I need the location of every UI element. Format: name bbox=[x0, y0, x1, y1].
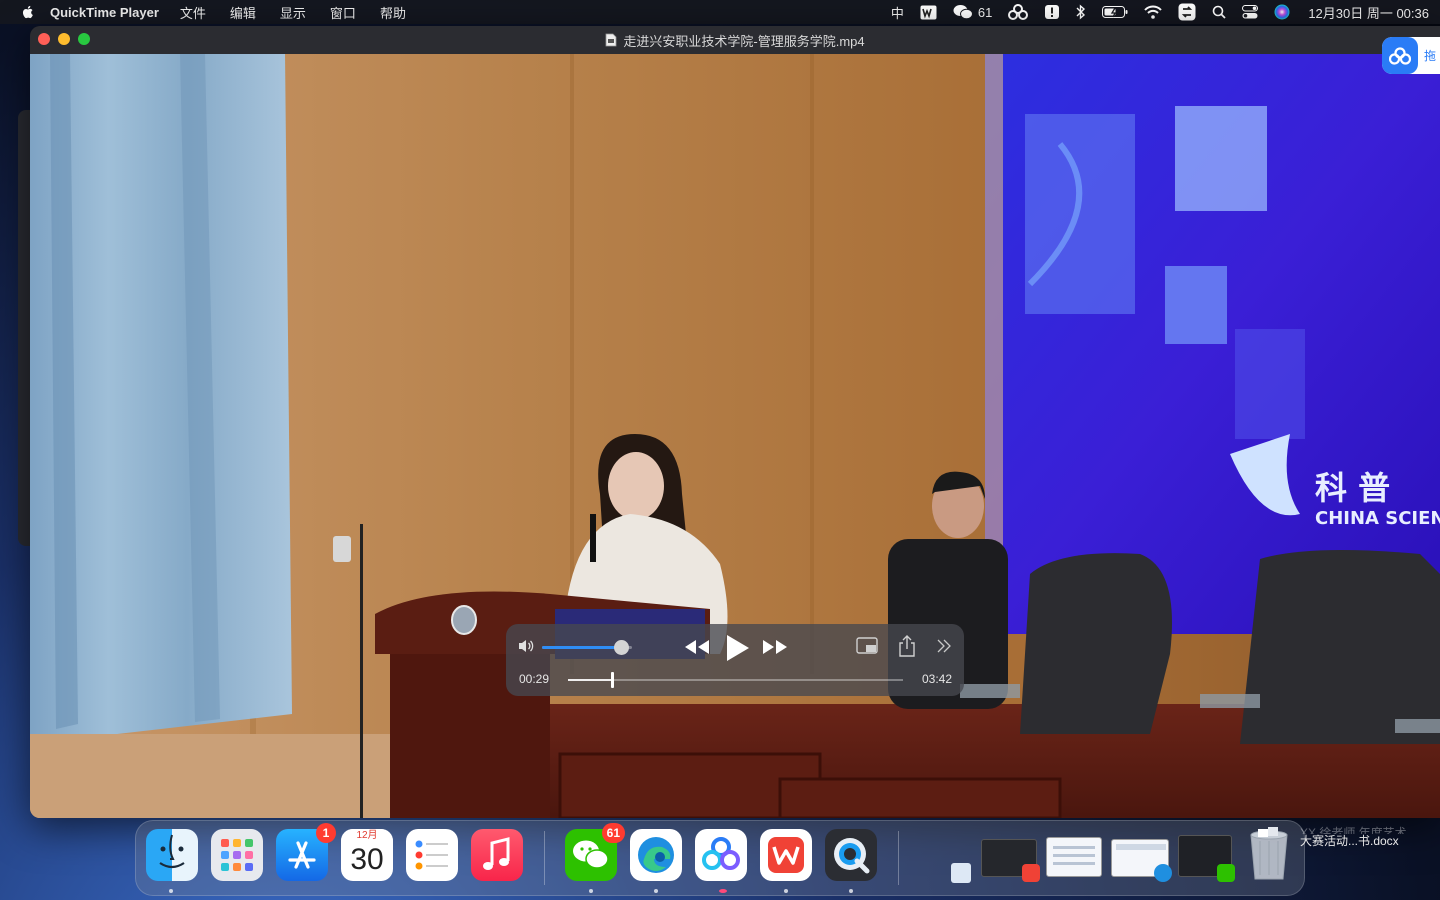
play-icon[interactable] bbox=[724, 634, 750, 662]
picture-in-picture-icon[interactable] bbox=[856, 637, 878, 655]
baidu-netdisk-status-icon[interactable] bbox=[1008, 0, 1029, 24]
dock-wps[interactable] bbox=[760, 829, 812, 881]
dock-quicktime[interactable] bbox=[825, 829, 877, 881]
share-icon[interactable] bbox=[898, 635, 916, 657]
volume-level bbox=[542, 646, 622, 649]
volume-knob[interactable] bbox=[614, 640, 630, 655]
menu-file[interactable]: 文件 bbox=[180, 3, 206, 22]
recent-document-label-faint: XX 徐老师 年度艺术 bbox=[1300, 826, 1407, 834]
dock-edge[interactable] bbox=[630, 829, 682, 881]
menu-bar: QuickTime Player 文件 编辑 显示 窗口 帮助 中 61 12月… bbox=[0, 0, 1440, 24]
baidu-netdisk-float-widget[interactable]: 拖 bbox=[1382, 37, 1440, 74]
menu-view[interactable]: 显示 bbox=[280, 3, 306, 22]
music-icon bbox=[483, 837, 510, 870]
wechat-unread-count: 61 bbox=[977, 4, 993, 20]
volume-icon[interactable] bbox=[518, 638, 536, 654]
spotlight-search-icon[interactable] bbox=[1212, 0, 1226, 24]
timeline-scrubber[interactable] bbox=[568, 672, 903, 688]
wechat-badge: 61 bbox=[601, 823, 625, 843]
menu-help[interactable]: 帮助 bbox=[380, 3, 406, 22]
wifi-icon[interactable] bbox=[1144, 0, 1163, 24]
dock-wechat[interactable]: 61 bbox=[565, 823, 625, 881]
quicktime-window[interactable]: 走进兴安职业技术学院-管理服务学院.mp4 科 普 CHINA SCIEN bbox=[30, 26, 1440, 818]
reminders-icon bbox=[415, 840, 448, 870]
playback-controls: 00:29 03:42 bbox=[506, 624, 964, 696]
wps-status-icon[interactable] bbox=[920, 0, 937, 24]
minimize-button[interactable] bbox=[58, 33, 70, 45]
calendar-month: 12月 bbox=[341, 829, 393, 842]
quicktime-icon bbox=[834, 838, 870, 874]
zoom-button[interactable] bbox=[78, 33, 90, 45]
volume-slider[interactable] bbox=[542, 640, 632, 655]
dock-finder-mini[interactable] bbox=[951, 863, 971, 883]
running-indicator bbox=[654, 889, 658, 893]
input-method-indicator[interactable]: 中 bbox=[891, 0, 904, 24]
menu-edit[interactable]: 编辑 bbox=[230, 3, 256, 22]
edge-badge-icon bbox=[1154, 864, 1172, 882]
more-chevron-icon[interactable] bbox=[936, 638, 952, 654]
minimized-window-netdisk[interactable] bbox=[1046, 837, 1102, 877]
dock-separator bbox=[544, 831, 545, 885]
control-center-icon[interactable] bbox=[1242, 0, 1259, 24]
sync-app-icon[interactable] bbox=[1178, 0, 1196, 24]
running-indicator bbox=[719, 889, 727, 893]
recent-document-label[interactable]: XX 徐老师 年度艺术 大赛活动...书.docx bbox=[1300, 826, 1407, 848]
wps-icon bbox=[768, 837, 804, 873]
app-status-icon[interactable] bbox=[1044, 0, 1060, 24]
total-duration: 03:42 bbox=[921, 672, 952, 686]
title-bar[interactable]: 走进兴安职业技术学院-管理服务学院.mp4 bbox=[30, 26, 1440, 54]
trash-icon bbox=[1250, 827, 1288, 880]
battery-icon[interactable] bbox=[1102, 0, 1128, 24]
running-indicator bbox=[169, 889, 173, 893]
dock-finder[interactable] bbox=[146, 829, 198, 881]
minimized-window-edge[interactable] bbox=[1111, 839, 1172, 882]
window-title: 走进兴安职业技术学院-管理服务学院.mp4 bbox=[623, 33, 865, 49]
dock-app-store[interactable]: 1 bbox=[276, 823, 336, 881]
menu-clock[interactable]: 12月30日 周一 00:36 bbox=[1308, 0, 1429, 24]
dock-music[interactable] bbox=[471, 829, 523, 881]
launchpad-icon bbox=[221, 839, 253, 871]
baidu-netdisk-icon bbox=[1382, 37, 1418, 74]
running-indicator bbox=[784, 889, 788, 893]
dock-launchpad[interactable] bbox=[211, 829, 263, 881]
rewind-icon[interactable] bbox=[684, 638, 710, 656]
app-store-badge: 1 bbox=[316, 823, 336, 843]
playhead[interactable] bbox=[610, 672, 614, 688]
screen-logo-subtext: CHINA SCIENCE bbox=[1315, 508, 1440, 529]
video-frame[interactable]: 科 普 CHINA SCIENCE bbox=[30, 54, 1440, 818]
close-button[interactable] bbox=[38, 33, 50, 45]
video-scene: 科 普 CHINA SCIENCE bbox=[30, 54, 1440, 818]
dock-reminders[interactable] bbox=[406, 829, 458, 881]
dock-separator bbox=[898, 831, 899, 885]
fast-forward-icon[interactable] bbox=[762, 638, 788, 656]
dock-baidu-netdisk[interactable] bbox=[695, 829, 747, 881]
dock-calendar[interactable]: 12月 30 bbox=[341, 829, 393, 881]
wps-badge-icon bbox=[1022, 864, 1040, 882]
timeline-progress bbox=[568, 679, 612, 681]
running-indicator bbox=[849, 889, 853, 893]
apple-menu-icon[interactable] bbox=[20, 4, 36, 20]
running-indicator bbox=[589, 889, 593, 893]
minimized-window-wechat[interactable] bbox=[1178, 835, 1235, 882]
recent-document-name: 大赛活动...书.docx bbox=[1300, 834, 1399, 848]
window-controls bbox=[38, 33, 98, 45]
baidu-netdisk-icon bbox=[702, 837, 740, 870]
dock: 1 12月 30 61 bbox=[135, 820, 1305, 896]
document-icon bbox=[605, 33, 617, 47]
minimized-window-wps[interactable] bbox=[981, 839, 1040, 882]
menu-window[interactable]: 窗口 bbox=[330, 3, 356, 22]
finder-icon bbox=[159, 834, 185, 869]
screen-logo-text: 科 普 bbox=[1315, 469, 1390, 507]
current-time: 00:29 bbox=[519, 672, 550, 686]
edge-icon bbox=[638, 837, 674, 873]
dock-trash[interactable] bbox=[1246, 825, 1292, 883]
calendar-day: 30 bbox=[350, 843, 384, 876]
wechat-badge-icon bbox=[1217, 864, 1235, 882]
wechat-status-icon[interactable]: 61 bbox=[953, 0, 992, 24]
float-widget-label: 拖 bbox=[1424, 49, 1437, 63]
bluetooth-icon[interactable] bbox=[1076, 0, 1086, 24]
siri-icon[interactable] bbox=[1274, 0, 1290, 24]
app-menu[interactable]: QuickTime Player bbox=[50, 5, 159, 20]
